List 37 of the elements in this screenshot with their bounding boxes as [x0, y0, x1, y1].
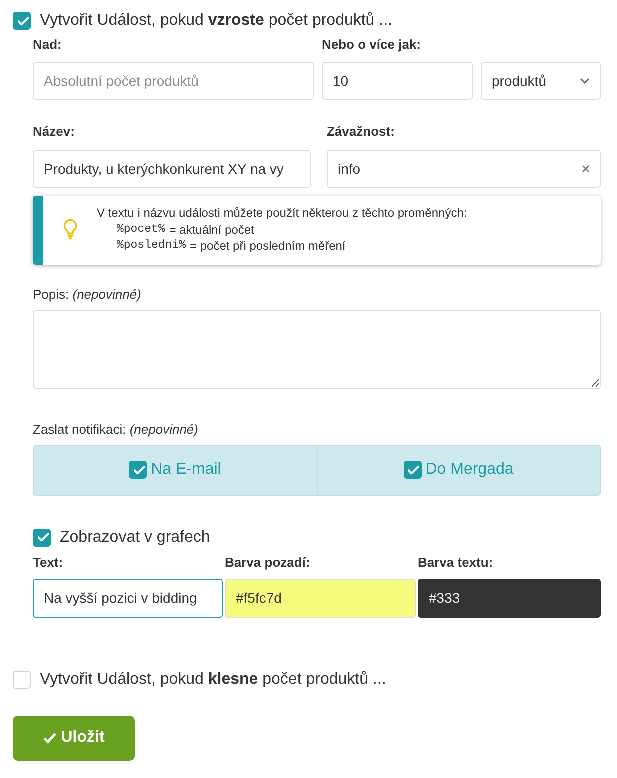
checkbox[interactable]	[13, 12, 31, 30]
field-label: Nebo o více jak:	[322, 37, 422, 53]
check-icon	[134, 466, 145, 474]
severity-select[interactable]: info	[327, 150, 601, 188]
threshold-input[interactable]: Absolutní počet produktů	[33, 62, 314, 100]
checkbox[interactable]	[404, 461, 422, 479]
text-input[interactable]: Na vyšší pozici v bidding	[33, 578, 223, 618]
variable-description: = počet při posledním měření	[190, 238, 346, 254]
field-label: Zaslat notifikaci: (nepovinné)	[33, 422, 200, 438]
count-input[interactable]: 10	[322, 62, 473, 100]
check-icon	[18, 16, 28, 26]
field-label: Barva textu:	[418, 554, 494, 570]
variable-code: %posledni%	[117, 238, 186, 254]
checkbox[interactable]	[33, 528, 51, 546]
checkbox-label: Zobrazovat v grafech	[60, 528, 210, 546]
checkbox[interactable]	[129, 461, 148, 479]
section-title: Vytvořit Událost, pokud klesne počet produktů ...	[40, 670, 386, 688]
unit-select[interactable]: produktů	[481, 62, 601, 100]
close-icon[interactable]	[582, 165, 590, 173]
color-input[interactable]: #333	[418, 578, 601, 618]
section-title: Vytvořit Událost, pokud vzroste počet produktů ...	[40, 12, 392, 30]
field-label: Název:	[33, 124, 76, 140]
hint-text: V textu i názvu události můžete použít některou z těchto proměnných:	[97, 205, 468, 222]
variable-code: %pocet%	[117, 222, 166, 238]
color-input[interactable]: #f5fc7d	[225, 578, 416, 618]
check-icon	[408, 466, 420, 474]
field-label: Popis: (nepovinné)	[33, 286, 142, 302]
field-label: Závažnost:	[327, 124, 396, 140]
field-label: Barva pozadí:	[225, 554, 312, 570]
variable-description: = aktuální počet	[169, 222, 254, 238]
check-icon	[43, 732, 58, 744]
name-input[interactable]: Produkty, u kterýchkonkurent XY na vy	[33, 150, 311, 188]
chevron-down-icon	[580, 78, 590, 84]
field-label: Nad:	[33, 37, 63, 53]
lightbulb-icon	[62, 219, 78, 240]
field-label: Text:	[33, 554, 64, 570]
check-icon	[38, 533, 48, 542]
